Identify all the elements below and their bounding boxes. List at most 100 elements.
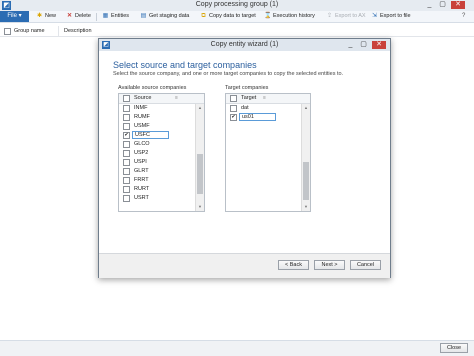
export-to-ax-button[interactable]: ⇪ Export to AX	[326, 12, 366, 21]
source-company-name[interactable]: INMF	[134, 104, 147, 113]
new-button[interactable]: ✱ New	[36, 12, 56, 21]
source-company-row[interactable]: GLRT	[119, 167, 204, 176]
source-row-checkbox[interactable]	[123, 168, 130, 175]
target-scroll-thumb[interactable]	[303, 162, 309, 200]
target-company-row[interactable]: ✔ us01	[226, 113, 310, 122]
source-select-all-checkbox[interactable]	[123, 95, 130, 102]
source-row-checkbox[interactable]	[123, 186, 130, 193]
source-row-checkbox[interactable]	[123, 177, 130, 184]
source-row-checkbox[interactable]	[123, 114, 130, 121]
source-company-row[interactable]: RUMF	[119, 113, 204, 122]
entities-icon: ▦	[102, 13, 109, 19]
export-file-icon: ⇲	[371, 13, 378, 19]
maximize-icon[interactable]: ▢	[437, 1, 448, 9]
copy-data-to-target-button[interactable]: ⧉ Copy data to target	[200, 12, 256, 21]
delete-icon: ✕	[66, 13, 73, 19]
target-row-checkbox[interactable]	[230, 105, 237, 112]
copy-to-target-label: Copy data to target	[209, 13, 256, 19]
source-row-checkbox[interactable]	[123, 159, 130, 166]
history-icon: ⌛	[264, 13, 272, 19]
help-icon[interactable]: ?	[462, 13, 465, 19]
source-company-name[interactable]: RUMF	[134, 113, 150, 122]
export-to-ax-label: Export to AX	[335, 13, 366, 19]
execution-history-label: Execution history	[273, 13, 315, 19]
source-company-row[interactable]: RURT	[119, 185, 204, 194]
source-company-row[interactable]: FRRT	[119, 176, 204, 185]
toolbar-separator	[96, 13, 97, 21]
source-row-checkbox[interactable]: ✔	[123, 132, 130, 139]
minimize-icon[interactable]: _	[424, 1, 435, 9]
entities-button[interactable]: ▦ Entities	[102, 12, 129, 21]
execution-history-button[interactable]: ⌛ Execution history	[264, 12, 315, 21]
next-button[interactable]: Next >	[314, 260, 345, 270]
file-menu-button[interactable]: File ▾	[0, 11, 29, 22]
get-staging-data-button[interactable]: ▤ Get staging data	[140, 12, 190, 21]
source-scroll-thumb[interactable]	[197, 154, 203, 194]
source-company-row[interactable]: ✔ USFC	[119, 131, 204, 140]
source-row-checkbox[interactable]	[123, 195, 130, 202]
target-company-name[interactable]: us01	[239, 113, 276, 121]
source-company-name[interactable]: GLRT	[134, 167, 149, 176]
scroll-up-icon[interactable]: ▲	[197, 105, 203, 110]
target-company-name[interactable]: dat	[241, 104, 249, 113]
source-list-header: Source ≡	[119, 94, 204, 104]
source-company-name[interactable]: USPI	[134, 158, 147, 167]
source-company-row[interactable]: USRT	[119, 194, 204, 203]
target-select-all-checkbox[interactable]	[230, 95, 237, 102]
cancel-button[interactable]: Cancel	[350, 260, 381, 270]
column-description[interactable]: Description	[64, 28, 92, 34]
column-group-name[interactable]: Group name	[14, 28, 45, 34]
column-menu-icon[interactable]: ≡	[263, 94, 266, 103]
copy-icon: ⧉	[201, 13, 206, 19]
target-row-checkbox[interactable]: ✔	[230, 114, 237, 121]
source-company-row[interactable]: USMF	[119, 122, 204, 131]
target-list-header: Target ≡	[226, 94, 310, 104]
back-button[interactable]: < Back	[278, 260, 309, 270]
window-title: Copy processing group (1)	[195, 1, 279, 8]
source-row-checkbox[interactable]	[123, 141, 130, 148]
source-column-header[interactable]: Source	[134, 94, 151, 103]
source-company-name[interactable]: RURT	[134, 185, 149, 194]
dialog-minimize-icon[interactable]: _	[345, 41, 356, 49]
target-column-header[interactable]: Target	[241, 94, 256, 103]
source-company-row[interactable]: INMF	[119, 104, 204, 113]
get-staging-label: Get staging data	[149, 13, 190, 19]
source-scrollbar[interactable]: ▲ ▼	[195, 104, 204, 211]
scroll-down-icon[interactable]: ▼	[303, 204, 309, 209]
source-company-name[interactable]: USP2	[134, 149, 148, 158]
source-company-row[interactable]: USP2	[119, 149, 204, 158]
source-company-name[interactable]: GLCO	[134, 140, 150, 149]
target-company-row[interactable]: dat	[226, 104, 310, 113]
source-row-checkbox[interactable]	[123, 105, 130, 112]
source-company-row[interactable]: USPI	[119, 158, 204, 167]
new-label: New	[45, 13, 57, 19]
scroll-down-icon[interactable]: ▼	[197, 204, 203, 209]
column-divider	[58, 26, 59, 36]
export-to-file-button[interactable]: ⇲ Export to file	[371, 12, 411, 21]
delete-button[interactable]: ✕ Delete	[66, 12, 91, 21]
source-company-name[interactable]: USRT	[134, 194, 149, 203]
target-companies-list: Target ≡ dat ✔ us01 ▲ ▼	[225, 93, 311, 212]
footer-bar	[0, 340, 474, 356]
source-row-checkbox[interactable]	[123, 150, 130, 157]
dialog-subheading: Select the source company, and one or mo…	[113, 71, 344, 77]
target-scrollbar[interactable]: ▲ ▼	[301, 104, 310, 211]
source-company-name[interactable]: FRRT	[134, 176, 149, 185]
column-menu-icon[interactable]: ≡	[175, 94, 178, 103]
select-all-checkbox[interactable]	[4, 28, 11, 35]
source-row-checkbox[interactable]	[123, 123, 130, 130]
staging-icon: ▤	[140, 13, 147, 19]
close-window-icon[interactable]: ✕	[451, 1, 465, 9]
source-companies-list: Source ≡ INMF RUMF USMF ✔ USFC GLCO USP2 USPI GL…	[118, 93, 205, 212]
dialog-maximize-icon[interactable]: ▢	[358, 41, 369, 49]
close-button[interactable]: Close	[440, 343, 468, 353]
source-company-name[interactable]: USFC	[132, 131, 169, 139]
scroll-up-icon[interactable]: ▲	[303, 105, 309, 110]
export-ax-icon: ⇪	[326, 13, 333, 19]
new-icon: ✱	[36, 13, 43, 19]
delete-label: Delete	[75, 13, 91, 19]
source-company-name[interactable]: USMF	[134, 122, 150, 131]
source-company-row[interactable]: GLCO	[119, 140, 204, 149]
dialog-close-icon[interactable]: ✕	[372, 41, 386, 49]
target-companies-label: Target companies	[225, 85, 269, 91]
